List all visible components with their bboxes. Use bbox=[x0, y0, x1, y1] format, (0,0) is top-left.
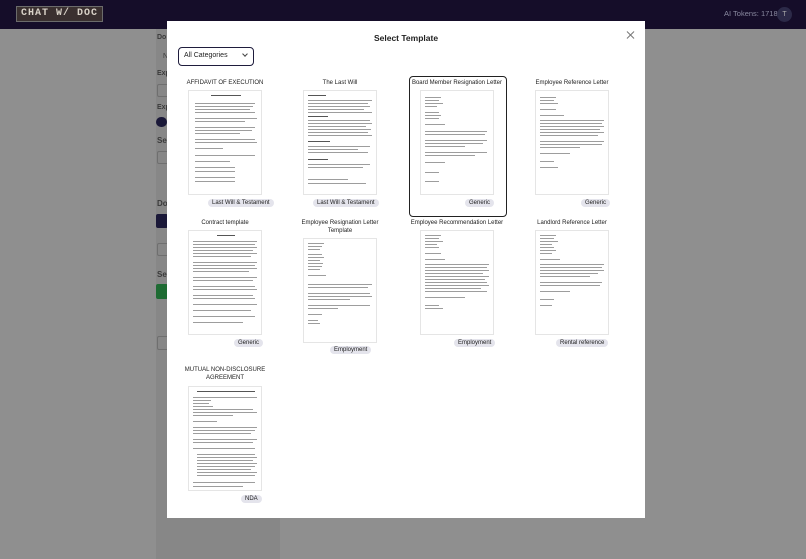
category-badge: Rental reference bbox=[556, 339, 609, 347]
category-badge: Generic bbox=[465, 199, 495, 207]
close-icon[interactable] bbox=[625, 29, 637, 41]
template-card-landlord-reference[interactable]: Landlord Reference Letter Rental referen… bbox=[525, 218, 619, 352]
template-preview bbox=[303, 90, 377, 195]
modal-title: Select Template bbox=[373, 33, 439, 43]
template-card-contract[interactable]: Contract template Generic bbox=[178, 218, 272, 352]
template-card-employee-resignation[interactable]: Employee Resignation Letter Template Emp… bbox=[293, 218, 387, 359]
chevron-down-icon bbox=[242, 51, 248, 57]
template-title: Employee Recommendation Letter bbox=[410, 220, 504, 226]
category-badge: Last Will & Testament bbox=[208, 199, 274, 207]
template-preview bbox=[188, 90, 262, 195]
category-select-value: All Categories bbox=[184, 52, 228, 59]
template-title: Contract template bbox=[201, 220, 249, 226]
template-card-last-will[interactable]: The Last Will Last Will & Testament bbox=[293, 78, 387, 212]
template-card-affidavit[interactable]: AFFIDAVIT OF EXECUTION Last Will & Testa… bbox=[178, 78, 274, 212]
template-title: MUTUAL NON-DISCLOSURE AGREEMENT bbox=[184, 367, 266, 381]
template-title: Employee Reference Letter bbox=[535, 80, 609, 86]
template-preview bbox=[188, 386, 262, 491]
template-preview bbox=[188, 230, 262, 335]
template-title: AFFIDAVIT OF EXECUTION bbox=[186, 80, 264, 86]
template-title: Employee Resignation Letter Template bbox=[301, 220, 379, 234]
category-badge: Employment bbox=[330, 346, 372, 354]
category-badge: Employment bbox=[454, 339, 496, 347]
category-badge: Last Will & Testament bbox=[313, 199, 379, 207]
category-badge: NDA bbox=[241, 495, 262, 503]
template-preview bbox=[420, 230, 494, 335]
template-card-employee-recommendation[interactable]: Employee Recommendation Letter Employmen… bbox=[410, 218, 504, 352]
select-template-modal: Select Template All Categories AFFIDAVIT… bbox=[167, 21, 645, 518]
template-card-mutual-nda[interactable]: MUTUAL NON-DISCLOSURE AGREEMENT NDA bbox=[178, 366, 272, 506]
category-badge: Generic bbox=[234, 339, 264, 347]
template-card-board-member-resignation[interactable]: Board Member Resignation Letter Generic bbox=[409, 76, 507, 217]
category-select[interactable]: All Categories bbox=[178, 47, 254, 66]
template-preview bbox=[420, 90, 494, 195]
template-preview bbox=[535, 90, 609, 195]
template-preview bbox=[303, 238, 377, 343]
template-preview bbox=[535, 230, 609, 335]
template-title: Board Member Resignation Letter bbox=[411, 80, 503, 86]
template-title: The Last Will bbox=[322, 80, 358, 86]
template-card-employee-reference[interactable]: Employee Reference Letter Generic bbox=[525, 78, 619, 212]
template-title: Landlord Reference Letter bbox=[537, 220, 607, 226]
category-badge: Generic bbox=[581, 199, 611, 207]
